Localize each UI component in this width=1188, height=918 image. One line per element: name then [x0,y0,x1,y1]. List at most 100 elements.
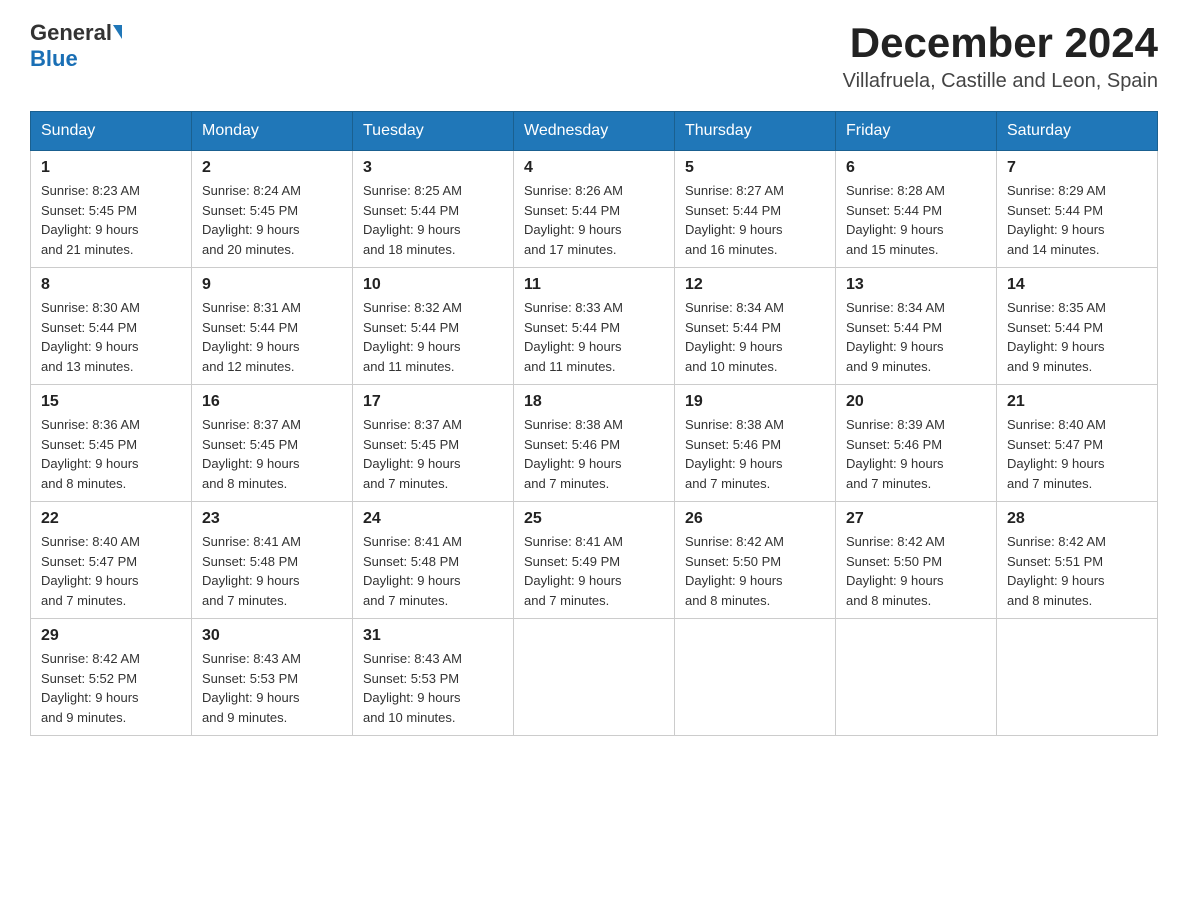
day-number: 4 [524,159,664,177]
calendar-cell: 30 Sunrise: 8:43 AM Sunset: 5:53 PM Dayl… [192,619,353,736]
calendar-day-header: Friday [836,112,997,151]
calendar-cell: 29 Sunrise: 8:42 AM Sunset: 5:52 PM Dayl… [31,619,192,736]
calendar-cell: 3 Sunrise: 8:25 AM Sunset: 5:44 PM Dayli… [353,151,514,268]
day-number: 25 [524,510,664,528]
calendar-cell: 5 Sunrise: 8:27 AM Sunset: 5:44 PM Dayli… [675,151,836,268]
calendar-day-header: Sunday [31,112,192,151]
day-info: Sunrise: 8:41 AM Sunset: 5:48 PM Dayligh… [202,532,342,610]
calendar-cell: 16 Sunrise: 8:37 AM Sunset: 5:45 PM Dayl… [192,385,353,502]
calendar-cell [514,619,675,736]
calendar-cell: 10 Sunrise: 8:32 AM Sunset: 5:44 PM Dayl… [353,268,514,385]
calendar-cell: 2 Sunrise: 8:24 AM Sunset: 5:45 PM Dayli… [192,151,353,268]
day-number: 22 [41,510,181,528]
day-info: Sunrise: 8:38 AM Sunset: 5:46 PM Dayligh… [524,415,664,493]
day-number: 8 [41,276,181,294]
calendar-cell: 26 Sunrise: 8:42 AM Sunset: 5:50 PM Dayl… [675,502,836,619]
day-info: Sunrise: 8:25 AM Sunset: 5:44 PM Dayligh… [363,181,503,259]
day-number: 19 [685,393,825,411]
calendar-cell: 7 Sunrise: 8:29 AM Sunset: 5:44 PM Dayli… [997,151,1158,268]
day-number: 21 [1007,393,1147,411]
calendar-cell: 28 Sunrise: 8:42 AM Sunset: 5:51 PM Dayl… [997,502,1158,619]
day-info: Sunrise: 8:42 AM Sunset: 5:50 PM Dayligh… [685,532,825,610]
day-info: Sunrise: 8:36 AM Sunset: 5:45 PM Dayligh… [41,415,181,493]
day-number: 27 [846,510,986,528]
calendar-day-header: Wednesday [514,112,675,151]
calendar-cell: 20 Sunrise: 8:39 AM Sunset: 5:46 PM Dayl… [836,385,997,502]
day-info: Sunrise: 8:43 AM Sunset: 5:53 PM Dayligh… [363,649,503,727]
calendar-week-row: 8 Sunrise: 8:30 AM Sunset: 5:44 PM Dayli… [31,268,1158,385]
calendar-cell: 31 Sunrise: 8:43 AM Sunset: 5:53 PM Dayl… [353,619,514,736]
month-year-title: December 2024 [843,20,1158,66]
day-number: 10 [363,276,503,294]
day-info: Sunrise: 8:31 AM Sunset: 5:44 PM Dayligh… [202,298,342,376]
day-info: Sunrise: 8:38 AM Sunset: 5:46 PM Dayligh… [685,415,825,493]
day-info: Sunrise: 8:41 AM Sunset: 5:49 PM Dayligh… [524,532,664,610]
calendar-cell: 12 Sunrise: 8:34 AM Sunset: 5:44 PM Dayl… [675,268,836,385]
calendar-cell [675,619,836,736]
day-number: 26 [685,510,825,528]
day-number: 15 [41,393,181,411]
day-info: Sunrise: 8:30 AM Sunset: 5:44 PM Dayligh… [41,298,181,376]
day-info: Sunrise: 8:39 AM Sunset: 5:46 PM Dayligh… [846,415,986,493]
day-info: Sunrise: 8:42 AM Sunset: 5:51 PM Dayligh… [1007,532,1147,610]
calendar-cell: 8 Sunrise: 8:30 AM Sunset: 5:44 PM Dayli… [31,268,192,385]
calendar-week-row: 22 Sunrise: 8:40 AM Sunset: 5:47 PM Dayl… [31,502,1158,619]
day-number: 12 [685,276,825,294]
day-info: Sunrise: 8:37 AM Sunset: 5:45 PM Dayligh… [363,415,503,493]
location-subtitle: Villafruela, Castille and Leon, Spain [843,70,1158,93]
calendar-cell: 18 Sunrise: 8:38 AM Sunset: 5:46 PM Dayl… [514,385,675,502]
day-number: 11 [524,276,664,294]
logo-triangle-icon [113,25,122,39]
day-info: Sunrise: 8:42 AM Sunset: 5:50 PM Dayligh… [846,532,986,610]
day-number: 18 [524,393,664,411]
calendar-cell: 15 Sunrise: 8:36 AM Sunset: 5:45 PM Dayl… [31,385,192,502]
calendar-day-header: Tuesday [353,112,514,151]
day-info: Sunrise: 8:32 AM Sunset: 5:44 PM Dayligh… [363,298,503,376]
calendar-cell: 22 Sunrise: 8:40 AM Sunset: 5:47 PM Dayl… [31,502,192,619]
day-info: Sunrise: 8:26 AM Sunset: 5:44 PM Dayligh… [524,181,664,259]
calendar-cell: 14 Sunrise: 8:35 AM Sunset: 5:44 PM Dayl… [997,268,1158,385]
day-info: Sunrise: 8:40 AM Sunset: 5:47 PM Dayligh… [41,532,181,610]
day-number: 1 [41,159,181,177]
day-number: 17 [363,393,503,411]
day-number: 23 [202,510,342,528]
calendar-cell: 24 Sunrise: 8:41 AM Sunset: 5:48 PM Dayl… [353,502,514,619]
day-number: 7 [1007,159,1147,177]
calendar-cell: 21 Sunrise: 8:40 AM Sunset: 5:47 PM Dayl… [997,385,1158,502]
calendar-day-header: Saturday [997,112,1158,151]
day-info: Sunrise: 8:37 AM Sunset: 5:45 PM Dayligh… [202,415,342,493]
day-number: 14 [1007,276,1147,294]
day-number: 28 [1007,510,1147,528]
day-info: Sunrise: 8:41 AM Sunset: 5:48 PM Dayligh… [363,532,503,610]
calendar-week-row: 15 Sunrise: 8:36 AM Sunset: 5:45 PM Dayl… [31,385,1158,502]
day-info: Sunrise: 8:33 AM Sunset: 5:44 PM Dayligh… [524,298,664,376]
day-number: 31 [363,627,503,645]
calendar-cell: 17 Sunrise: 8:37 AM Sunset: 5:45 PM Dayl… [353,385,514,502]
calendar-cell: 6 Sunrise: 8:28 AM Sunset: 5:44 PM Dayli… [836,151,997,268]
calendar-day-header: Monday [192,112,353,151]
day-number: 9 [202,276,342,294]
day-number: 3 [363,159,503,177]
calendar-cell: 23 Sunrise: 8:41 AM Sunset: 5:48 PM Dayl… [192,502,353,619]
logo: General Blue [30,20,122,72]
calendar-week-row: 29 Sunrise: 8:42 AM Sunset: 5:52 PM Dayl… [31,619,1158,736]
day-number: 13 [846,276,986,294]
day-number: 2 [202,159,342,177]
day-info: Sunrise: 8:34 AM Sunset: 5:44 PM Dayligh… [846,298,986,376]
calendar-cell: 11 Sunrise: 8:33 AM Sunset: 5:44 PM Dayl… [514,268,675,385]
calendar-cell: 25 Sunrise: 8:41 AM Sunset: 5:49 PM Dayl… [514,502,675,619]
day-number: 16 [202,393,342,411]
calendar-week-row: 1 Sunrise: 8:23 AM Sunset: 5:45 PM Dayli… [31,151,1158,268]
calendar-header-row: SundayMondayTuesdayWednesdayThursdayFrid… [31,112,1158,151]
day-number: 24 [363,510,503,528]
day-info: Sunrise: 8:29 AM Sunset: 5:44 PM Dayligh… [1007,181,1147,259]
day-info: Sunrise: 8:23 AM Sunset: 5:45 PM Dayligh… [41,181,181,259]
day-number: 6 [846,159,986,177]
day-info: Sunrise: 8:24 AM Sunset: 5:45 PM Dayligh… [202,181,342,259]
calendar-cell: 19 Sunrise: 8:38 AM Sunset: 5:46 PM Dayl… [675,385,836,502]
day-info: Sunrise: 8:34 AM Sunset: 5:44 PM Dayligh… [685,298,825,376]
day-number: 30 [202,627,342,645]
calendar-cell: 4 Sunrise: 8:26 AM Sunset: 5:44 PM Dayli… [514,151,675,268]
calendar-cell [997,619,1158,736]
day-info: Sunrise: 8:35 AM Sunset: 5:44 PM Dayligh… [1007,298,1147,376]
